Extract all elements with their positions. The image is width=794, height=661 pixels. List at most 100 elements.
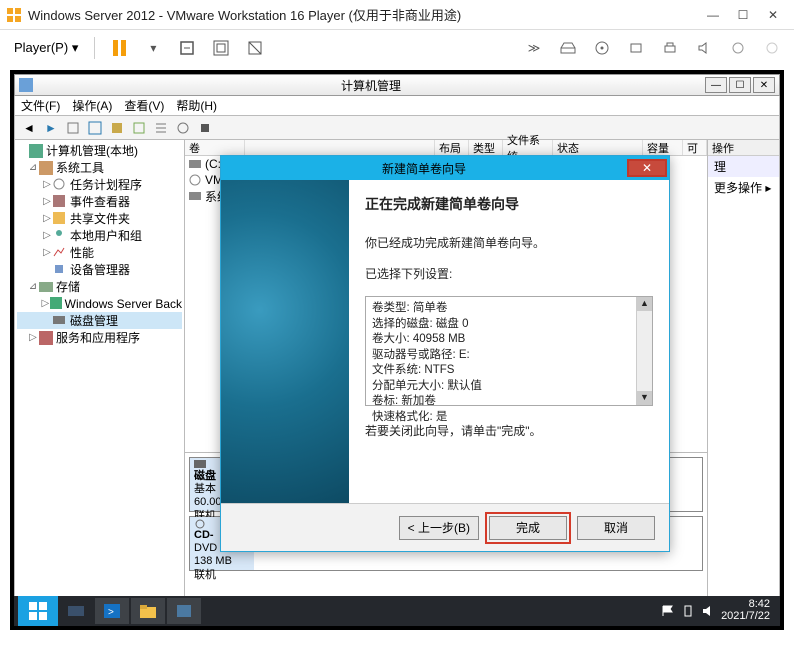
setting-line: 卷类型: 简单卷 [372,301,646,317]
cd-icon [194,519,206,529]
menu-view[interactable]: 查看(V) [124,97,164,114]
mgmt-close-button[interactable]: ✕ [753,77,775,93]
tree-storage[interactable]: ⊿存储 [17,278,182,295]
usb-icon[interactable] [724,34,752,62]
player-menu-label: Player(P) [14,40,68,55]
printer-icon[interactable] [656,34,684,62]
actions-header: 操作 [708,140,779,156]
col-layout[interactable]: 布局 [435,140,469,155]
tree-event-viewer[interactable]: ▷事件查看器 [17,193,182,210]
tree-disk-management[interactable]: 磁盘管理 [17,312,182,329]
scrollbar[interactable]: ▲▼ [636,297,652,405]
nav-tree[interactable]: 计算机管理(本地) ⊿系统工具 ▷任务计划程序 ▷事件查看器 ▷共享文件夹 ▷本… [15,140,185,625]
actions-section: 理 [708,156,779,177]
disk-icon[interactable] [554,34,582,62]
wizard-close-button[interactable]: ✕ [627,159,667,177]
mgmt-app-icon [19,78,33,92]
tray-sound-icon[interactable] [701,604,715,618]
wizard-main: 正在完成新建简单卷向导 你已经成功完成新建简单卷向导。 已选择下列设置: 卷类型… [349,180,669,505]
tree-systools[interactable]: ⊿系统工具 [17,159,182,176]
cd-icon[interactable] [588,34,616,62]
mgmt-menubar: 文件(F) 操作(A) 查看(V) 帮助(H) [14,96,780,116]
tree-wsb[interactable]: ▷Windows Server Back [17,295,182,312]
back-icon[interactable]: ◄ [19,118,39,138]
vmware-toolbar: Player(P) ▾ ▾ ≫ [0,30,794,66]
chevron-down-icon: ▾ [72,40,79,55]
setting-line: 卷标: 新加卷 [372,394,646,410]
generic-device-icon[interactable] [758,34,786,62]
unity-icon[interactable] [241,34,269,62]
menu-help[interactable]: 帮助(H) [176,97,217,114]
chevron-right-icon: ▸ [765,181,771,195]
start-button[interactable] [18,596,58,626]
col-fs[interactable]: 文件系统 [503,140,553,155]
col-type[interactable]: 类型 [469,140,503,155]
mgmt-titlebar[interactable]: 计算机管理 — ☐ ✕ [14,74,780,96]
actions-pane: 操作 理 更多操作 ▸ [707,140,779,625]
mgmt-minimize-button[interactable]: — [705,77,727,93]
tree-task-scheduler[interactable]: ▷任务计划程序 [17,176,182,193]
up-icon[interactable] [63,118,83,138]
tree-shared-folders[interactable]: ▷共享文件夹 [17,210,182,227]
sound-icon[interactable] [690,34,718,62]
player-menu[interactable]: Player(P) ▾ [8,38,84,58]
guest-taskbar: > 8:42 2021/7/22 [14,596,780,626]
cancel-button[interactable]: 取消 [577,516,655,540]
wizard-heading: 正在完成新建简单卷向导 [365,194,653,214]
settings-icon[interactable] [195,118,215,138]
wizard-selected-label: 已选择下列设置: [365,265,653,282]
menu-file[interactable]: 文件(F) [21,97,60,114]
taskbar-explorer-icon[interactable] [131,598,165,624]
wizard-button-bar: < 上一步(B) 完成 取消 [221,503,669,551]
vmware-titlebar: Windows Server 2012 - VMware Workstation… [0,0,794,30]
vmware-close-button[interactable]: ✕ [758,4,788,26]
wizard-titlebar[interactable]: 新建简单卷向导 ✕ [221,156,669,180]
help-icon[interactable] [173,118,193,138]
list-icon[interactable] [151,118,171,138]
tray-network-icon[interactable] [681,604,695,618]
network-icon[interactable]: ≫ [520,34,548,62]
tray-clock[interactable]: 8:42 2021/7/22 [721,599,770,622]
drive-icon [189,158,201,170]
setting-line: 卷大小: 40958 MB [372,332,646,348]
volume-list-header[interactable]: 卷 布局 类型 文件系统 状态 容量 可 [185,140,707,156]
finish-button[interactable]: 完成 [489,516,567,540]
taskbar-server-manager-icon[interactable] [59,598,93,624]
vmware-maximize-button[interactable]: ☐ [728,4,758,26]
tree-device-manager[interactable]: 设备管理器 [17,261,182,278]
drive-icon [189,190,201,202]
setting-line: 文件系统: NTFS [372,363,646,379]
tree-root[interactable]: 计算机管理(本地) [17,142,182,159]
col-free[interactable]: 可 [683,140,707,155]
col-capacity[interactable]: 容量 [643,140,683,155]
vmware-minimize-button[interactable]: — [698,4,728,26]
setting-line: 分配单元大小: 默认值 [372,379,646,395]
wizard-settings-list[interactable]: 卷类型: 简单卷 选择的磁盘: 磁盘 0 卷大小: 40958 MB 驱动器号或… [365,296,653,406]
tree-local-users[interactable]: ▷本地用户和组 [17,227,182,244]
nic-icon[interactable] [622,34,650,62]
col-status[interactable]: 状态 [553,140,643,155]
forward-icon[interactable]: ► [41,118,61,138]
taskbar-powershell-icon[interactable]: > [95,598,129,624]
system-tray[interactable]: 8:42 2021/7/22 [655,599,776,622]
properties-icon[interactable] [107,118,127,138]
mgmt-maximize-button[interactable]: ☐ [729,77,751,93]
view-icon[interactable] [85,118,105,138]
col-volume[interactable]: 卷 [185,140,245,155]
fullscreen-icon[interactable] [207,34,235,62]
tree-performance[interactable]: ▷性能 [17,244,182,261]
tree-services-apps[interactable]: ▷服务和应用程序 [17,329,182,346]
send-ctrl-alt-del-icon[interactable] [173,34,201,62]
tray-flag-icon[interactable] [661,604,675,618]
setting-line: 快速格式化: 是 [372,410,646,426]
vmware-logo-icon [6,7,22,23]
back-button[interactable]: < 上一步(B) [399,516,479,540]
refresh-icon[interactable] [129,118,149,138]
disk-icon [194,460,206,470]
menu-action[interactable]: 操作(A) [72,97,112,114]
chevron-down-icon[interactable]: ▾ [139,34,167,62]
actions-more[interactable]: 更多操作 ▸ [708,177,779,198]
setting-line: 驱动器号或路径: E: [372,348,646,364]
taskbar-mgmt-icon[interactable] [167,598,201,624]
pause-button[interactable] [105,34,133,62]
